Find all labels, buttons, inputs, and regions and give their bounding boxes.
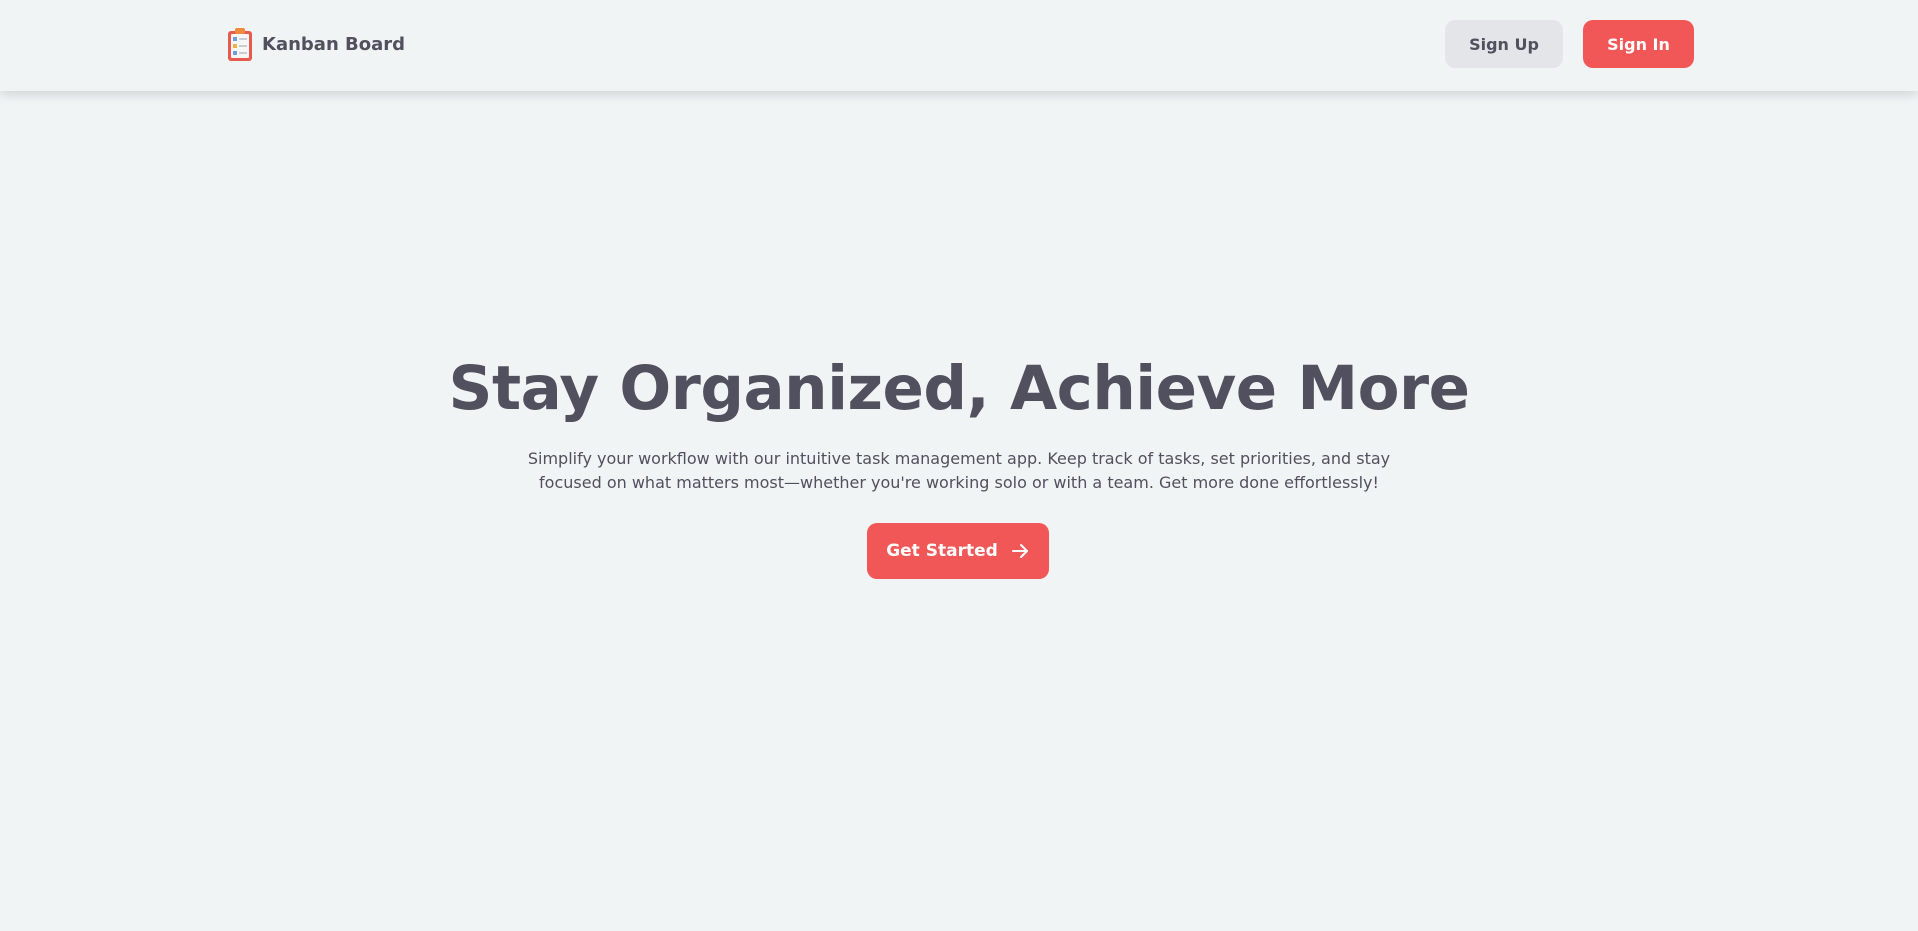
get-started-button[interactable]: Get Started: [867, 523, 1049, 579]
brand-name: Kanban Board: [262, 33, 406, 55]
hero-title: Stay Organized, Achieve More: [448, 353, 1470, 424]
clipboard-icon: [228, 28, 252, 61]
hero-subtitle: Simplify your workflow with our intuitiv…: [527, 449, 1391, 492]
top-navbar: Kanban Board Sign Up Sign In: [0, 0, 1918, 91]
sign-in-button[interactable]: Sign In: [1583, 20, 1694, 68]
hero-section: Stay Organized, Achieve More Simplify yo…: [0, 91, 1918, 931]
brand-logo[interactable]: Kanban Board: [226, 26, 405, 62]
auth-actions: Sign Up Sign In: [1445, 20, 1694, 68]
get-started-label: Get Started: [886, 541, 998, 561]
sign-up-button[interactable]: Sign Up: [1445, 20, 1563, 68]
arrow-right-icon: [1011, 544, 1028, 558]
